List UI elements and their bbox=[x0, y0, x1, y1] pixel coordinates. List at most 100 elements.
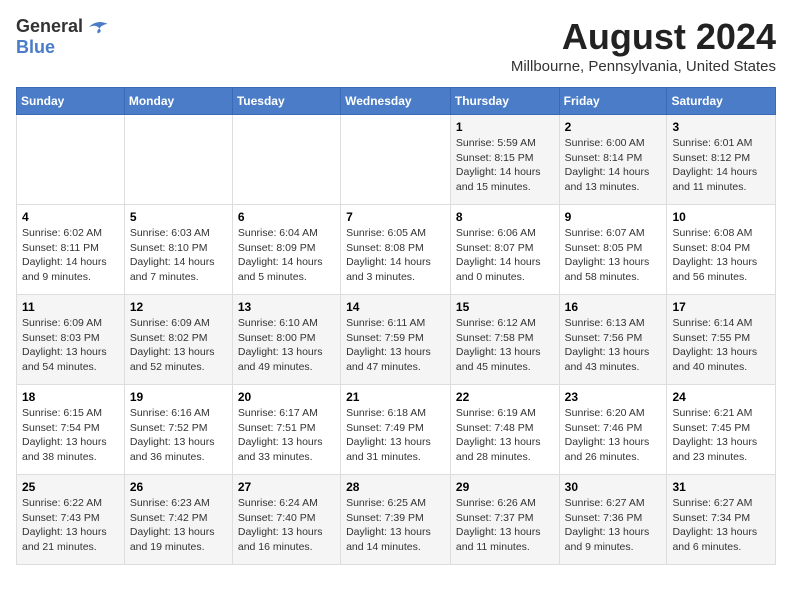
day-cell: 13Sunrise: 6:10 AMSunset: 8:00 PMDayligh… bbox=[232, 295, 340, 385]
day-number: 23 bbox=[565, 390, 662, 404]
day-number: 14 bbox=[346, 300, 445, 314]
day-info: Sunrise: 6:00 AMSunset: 8:14 PMDaylight:… bbox=[565, 136, 662, 195]
day-cell: 4 Sunrise: 6:02 AMSunset: 8:11 PMDaylight… bbox=[17, 205, 125, 295]
header-row: Sunday Monday Tuesday Wednesday Thursday… bbox=[17, 88, 776, 115]
day-number: 10 bbox=[672, 210, 770, 224]
header-thursday: Thursday bbox=[450, 88, 559, 115]
day-cell bbox=[341, 115, 451, 205]
day-info: Sunrise: 6:05 AMSunset: 8:08 PMDaylight:… bbox=[346, 226, 445, 285]
day-number: 3 bbox=[672, 120, 770, 134]
logo-general: General bbox=[16, 16, 83, 37]
header-tuesday: Tuesday bbox=[232, 88, 340, 115]
day-info: Sunrise: 6:15 AMSunset: 7:54 PMDaylight:… bbox=[22, 406, 119, 465]
day-cell: 14 Sunrise: 6:11 AMSunset: 7:59 PMDayligh… bbox=[341, 295, 451, 385]
week-row-4: 18 Sunrise: 6:15 AMSunset: 7:54 PMDayligh… bbox=[17, 385, 776, 475]
day-number: 24 bbox=[672, 390, 770, 404]
day-number: 19 bbox=[130, 390, 227, 404]
location: Millbourne, Pennsylvania, United States bbox=[511, 58, 776, 75]
day-info: Sunrise: 6:09 AMSunset: 8:02 PMDaylight:… bbox=[130, 316, 227, 375]
day-cell: 21 Sunrise: 6:18 AMSunset: 7:49 PMDayligh… bbox=[341, 385, 451, 475]
day-info: Sunrise: 6:25 AMSunset: 7:39 PMDaylight:… bbox=[346, 496, 445, 555]
day-number: 2 bbox=[565, 120, 662, 134]
day-info: Sunrise: 6:27 AMSunset: 7:36 PMDaylight:… bbox=[565, 496, 662, 555]
day-cell: 3Sunrise: 6:01 AMSunset: 8:12 PMDaylight… bbox=[667, 115, 776, 205]
page-header: General Blue August 2024 Millbourne, Pen… bbox=[16, 16, 776, 75]
day-number: 11 bbox=[22, 300, 119, 314]
day-cell bbox=[124, 115, 232, 205]
day-cell: 7 Sunrise: 6:05 AMSunset: 8:08 PMDaylight… bbox=[341, 205, 451, 295]
week-row-5: 25Sunrise: 6:22 AMSunset: 7:43 PMDayligh… bbox=[17, 475, 776, 565]
day-number: 7 bbox=[346, 210, 445, 224]
header-monday: Monday bbox=[124, 88, 232, 115]
day-number: 6 bbox=[238, 210, 335, 224]
day-cell: 29Sunrise: 6:26 AMSunset: 7:37 PMDayligh… bbox=[450, 475, 559, 565]
day-cell: 11 Sunrise: 6:09 AMSunset: 8:03 PMDayligh… bbox=[17, 295, 125, 385]
day-cell: 17 Sunrise: 6:14 AMSunset: 7:55 PMDayligh… bbox=[667, 295, 776, 385]
day-number: 8 bbox=[456, 210, 554, 224]
day-info: Sunrise: 6:02 AMSunset: 8:11 PMDaylight:… bbox=[22, 226, 119, 285]
day-number: 12 bbox=[130, 300, 227, 314]
day-cell: 12 Sunrise: 6:09 AMSunset: 8:02 PMDayligh… bbox=[124, 295, 232, 385]
day-info: Sunrise: 6:19 AMSunset: 7:48 PMDaylight:… bbox=[456, 406, 554, 465]
day-number: 22 bbox=[456, 390, 554, 404]
day-info: Sunrise: 6:03 AMSunset: 8:10 PMDaylight:… bbox=[130, 226, 227, 285]
day-info: Sunrise: 6:08 AMSunset: 8:04 PMDaylight:… bbox=[672, 226, 770, 285]
day-cell: 22 Sunrise: 6:19 AMSunset: 7:48 PMDayligh… bbox=[450, 385, 559, 475]
day-cell: 20Sunrise: 6:17 AMSunset: 7:51 PMDayligh… bbox=[232, 385, 340, 475]
day-cell: 18 Sunrise: 6:15 AMSunset: 7:54 PMDayligh… bbox=[17, 385, 125, 475]
day-number: 17 bbox=[672, 300, 770, 314]
day-cell: 5 Sunrise: 6:03 AMSunset: 8:10 PMDaylight… bbox=[124, 205, 232, 295]
day-cell: 15Sunrise: 6:12 AMSunset: 7:58 PMDayligh… bbox=[450, 295, 559, 385]
header-saturday: Saturday bbox=[667, 88, 776, 115]
logo: General Blue bbox=[16, 16, 109, 58]
day-cell: 19 Sunrise: 6:16 AMSunset: 7:52 PMDayligh… bbox=[124, 385, 232, 475]
day-info: Sunrise: 6:09 AMSunset: 8:03 PMDaylight:… bbox=[22, 316, 119, 375]
day-number: 30 bbox=[565, 480, 662, 494]
day-cell bbox=[17, 115, 125, 205]
title-area: August 2024 Millbourne, Pennsylvania, Un… bbox=[511, 16, 776, 75]
day-number: 18 bbox=[22, 390, 119, 404]
day-number: 5 bbox=[130, 210, 227, 224]
week-row-3: 11 Sunrise: 6:09 AMSunset: 8:03 PMDayligh… bbox=[17, 295, 776, 385]
day-info: Sunrise: 6:12 AMSunset: 7:58 PMDaylight:… bbox=[456, 316, 554, 375]
day-cell: 6 Sunrise: 6:04 AMSunset: 8:09 PMDaylight… bbox=[232, 205, 340, 295]
day-number: 26 bbox=[130, 480, 227, 494]
day-cell: 1Sunrise: 5:59 AMSunset: 8:15 PMDaylight… bbox=[450, 115, 559, 205]
day-number: 9 bbox=[565, 210, 662, 224]
header-wednesday: Wednesday bbox=[341, 88, 451, 115]
day-number: 20 bbox=[238, 390, 335, 404]
day-cell: 9 Sunrise: 6:07 AMSunset: 8:05 PMDaylight… bbox=[559, 205, 667, 295]
day-info: Sunrise: 6:21 AMSunset: 7:45 PMDaylight:… bbox=[672, 406, 770, 465]
day-info: Sunrise: 6:06 AMSunset: 8:07 PMDaylight:… bbox=[456, 226, 554, 285]
day-info: Sunrise: 6:11 AMSunset: 7:59 PMDaylight:… bbox=[346, 316, 445, 375]
month-title: August 2024 bbox=[511, 16, 776, 58]
day-info: Sunrise: 6:07 AMSunset: 8:05 PMDaylight:… bbox=[565, 226, 662, 285]
day-cell: 31Sunrise: 6:27 AMSunset: 7:34 PMDayligh… bbox=[667, 475, 776, 565]
day-number: 21 bbox=[346, 390, 445, 404]
day-info: Sunrise: 6:26 AMSunset: 7:37 PMDaylight:… bbox=[456, 496, 554, 555]
day-info: Sunrise: 6:18 AMSunset: 7:49 PMDaylight:… bbox=[346, 406, 445, 465]
day-cell: 10 Sunrise: 6:08 AMSunset: 8:04 PMDayligh… bbox=[667, 205, 776, 295]
day-cell bbox=[232, 115, 340, 205]
day-number: 28 bbox=[346, 480, 445, 494]
day-cell: 25Sunrise: 6:22 AMSunset: 7:43 PMDayligh… bbox=[17, 475, 125, 565]
day-cell: 27Sunrise: 6:24 AMSunset: 7:40 PMDayligh… bbox=[232, 475, 340, 565]
day-info: Sunrise: 6:10 AMSunset: 8:00 PMDaylight:… bbox=[238, 316, 335, 375]
week-row-2: 4 Sunrise: 6:02 AMSunset: 8:11 PMDaylight… bbox=[17, 205, 776, 295]
day-number: 4 bbox=[22, 210, 119, 224]
day-number: 27 bbox=[238, 480, 335, 494]
day-info: Sunrise: 6:13 AMSunset: 7:56 PMDaylight:… bbox=[565, 316, 662, 375]
day-cell: 2 Sunrise: 6:00 AMSunset: 8:14 PMDaylight… bbox=[559, 115, 667, 205]
day-number: 16 bbox=[565, 300, 662, 314]
day-info: Sunrise: 6:14 AMSunset: 7:55 PMDaylight:… bbox=[672, 316, 770, 375]
day-info: Sunrise: 6:23 AMSunset: 7:42 PMDaylight:… bbox=[130, 496, 227, 555]
day-cell: 23 Sunrise: 6:20 AMSunset: 7:46 PMDayligh… bbox=[559, 385, 667, 475]
day-number: 31 bbox=[672, 480, 770, 494]
day-number: 25 bbox=[22, 480, 119, 494]
day-info: Sunrise: 6:16 AMSunset: 7:52 PMDaylight:… bbox=[130, 406, 227, 465]
calendar-table: Sunday Monday Tuesday Wednesday Thursday… bbox=[16, 87, 776, 565]
day-cell: 28 Sunrise: 6:25 AMSunset: 7:39 PMDayligh… bbox=[341, 475, 451, 565]
day-info: Sunrise: 6:20 AMSunset: 7:46 PMDaylight:… bbox=[565, 406, 662, 465]
day-info: Sunrise: 6:04 AMSunset: 8:09 PMDaylight:… bbox=[238, 226, 335, 285]
header-sunday: Sunday bbox=[17, 88, 125, 115]
